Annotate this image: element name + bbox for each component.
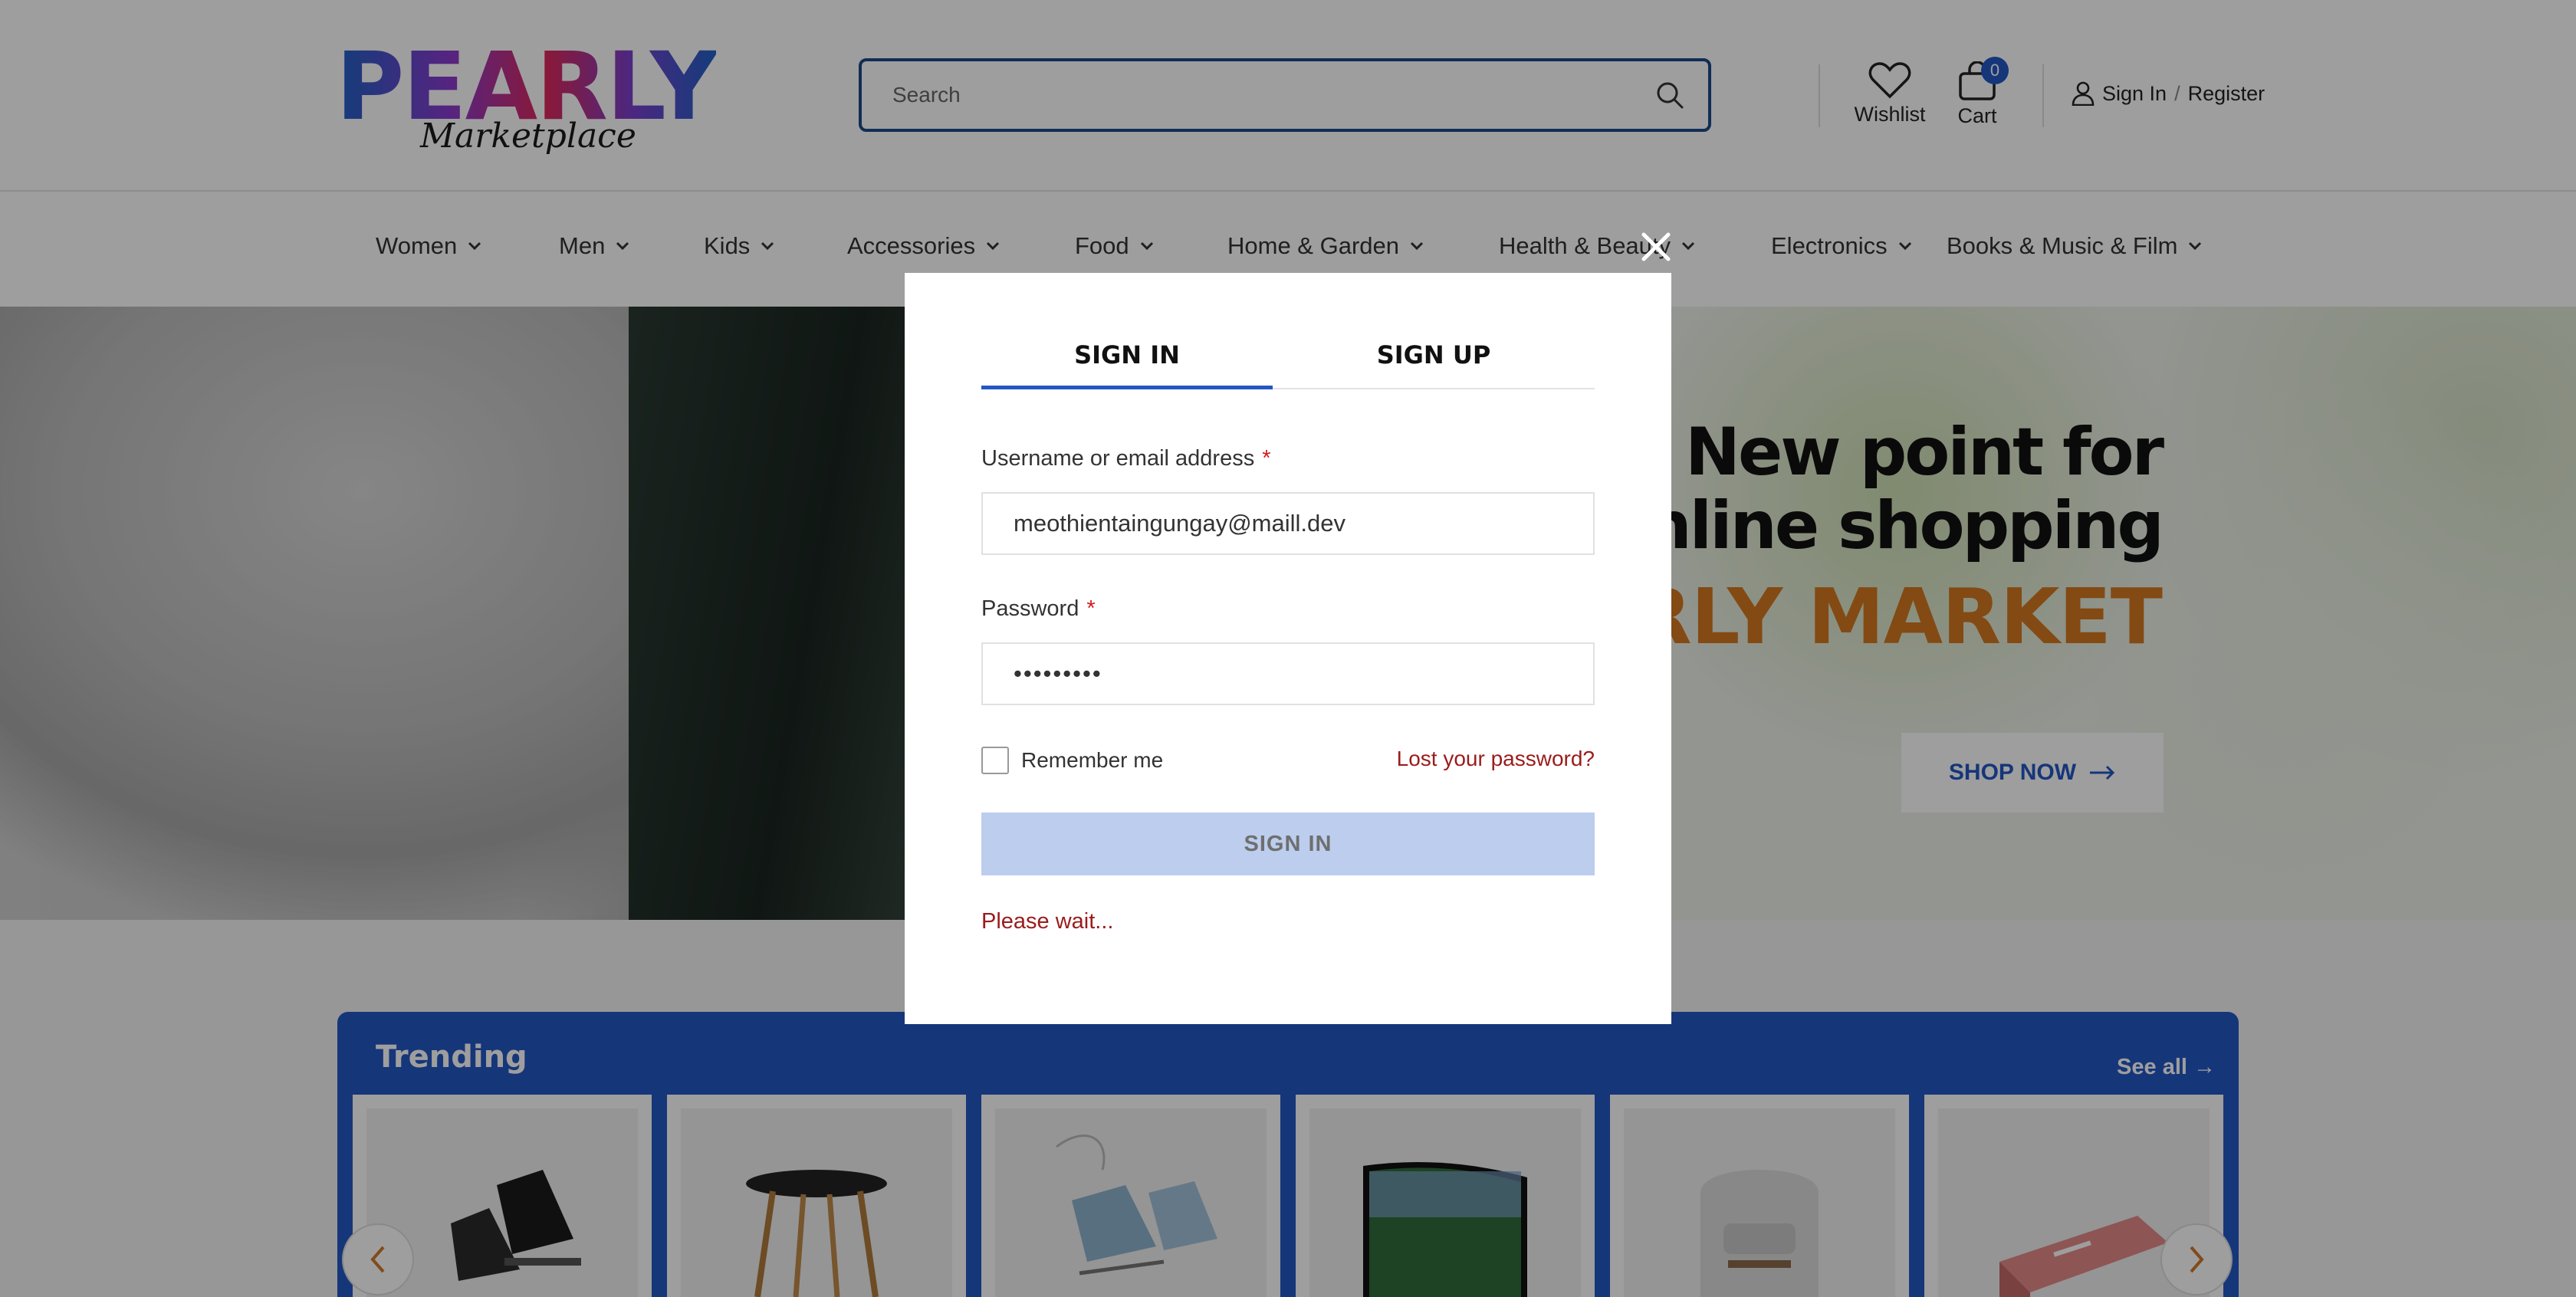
remember-me-label[interactable]: Remember me	[1021, 748, 1163, 773]
sign-in-button[interactable]: SIGN IN	[981, 813, 1595, 875]
username-field[interactable]	[981, 492, 1595, 555]
remember-me-checkbox[interactable]	[981, 747, 1009, 774]
lost-password-link[interactable]: Lost your password?	[1397, 747, 1595, 771]
password-label-text: Password	[981, 596, 1079, 621]
password-field[interactable]	[981, 642, 1595, 705]
close-icon[interactable]	[1638, 228, 1674, 265]
status-message: Please wait...	[981, 909, 1114, 934]
password-label: Password *	[981, 596, 1096, 622]
auth-tabs: SIGN IN SIGN UP	[981, 340, 1595, 389]
username-label-text: Username or email address	[981, 446, 1255, 471]
required-mark: *	[1086, 596, 1096, 621]
username-label: Username or email address *	[981, 446, 1271, 471]
tab-sign-up[interactable]: SIGN UP	[1288, 340, 1579, 389]
login-modal: SIGN IN SIGN UP Username or email addres…	[905, 273, 1671, 1024]
required-mark: *	[1262, 446, 1271, 471]
tab-sign-in[interactable]: SIGN IN	[981, 340, 1273, 389]
